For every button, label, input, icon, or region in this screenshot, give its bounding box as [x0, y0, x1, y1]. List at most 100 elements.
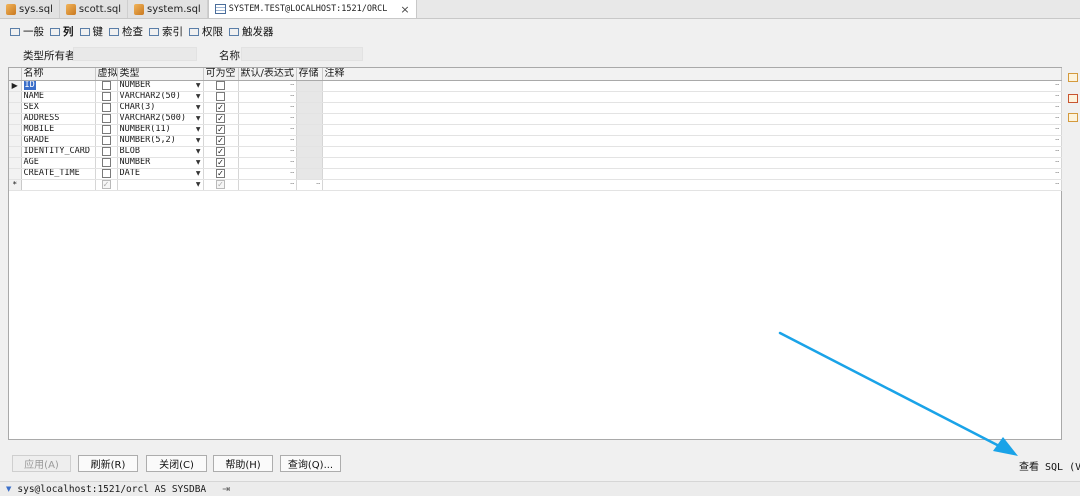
- chevron-down-icon[interactable]: ▼: [196, 103, 201, 112]
- chevron-down-icon[interactable]: ▼: [196, 114, 201, 123]
- comment-cell[interactable]: ···: [322, 80, 1062, 92]
- column-header-name[interactable]: 名称: [21, 68, 96, 81]
- edit-column-icon[interactable]: [1068, 113, 1078, 122]
- storage-cell[interactable]: [296, 146, 323, 158]
- chevron-down-icon[interactable]: ▼: [196, 136, 201, 145]
- nullable-cell[interactable]: ✓: [203, 124, 239, 136]
- column-name-cell[interactable]: IDENTITY_CARD: [21, 146, 96, 158]
- nullable-cell[interactable]: [203, 80, 239, 92]
- column-header-nullable[interactable]: 可为空: [203, 68, 239, 81]
- ellipsis-icon[interactable]: ···: [1055, 114, 1060, 123]
- virtual-cell[interactable]: [95, 135, 118, 147]
- type-cell[interactable]: DATE ▼: [117, 168, 204, 180]
- subtab-6[interactable]: 触发器: [229, 24, 280, 39]
- storage-cell[interactable]: [296, 80, 323, 92]
- table-row[interactable]: * ✓ ▼ ✓ ··· ··· ···: [9, 179, 1062, 191]
- storage-cell[interactable]: ···: [296, 179, 323, 191]
- storage-cell[interactable]: [296, 168, 323, 180]
- chevron-down-icon[interactable]: ▼: [196, 147, 201, 156]
- nullable-cell[interactable]: ✓: [203, 179, 239, 191]
- nullable-cell[interactable]: ✓: [203, 157, 239, 169]
- table-row[interactable]: CREATE_TIME DATE ▼ ✓ ··· ···: [9, 168, 1062, 180]
- default-cell[interactable]: ···: [238, 91, 297, 103]
- virtual-cell[interactable]: ✓: [95, 179, 118, 191]
- subtab-5[interactable]: 权限: [189, 24, 229, 39]
- ellipsis-icon[interactable]: ···: [290, 114, 295, 123]
- nullable-checkbox[interactable]: [216, 91, 225, 101]
- editor-tab-2[interactable]: system.sql: [128, 0, 208, 18]
- storage-cell[interactable]: [296, 135, 323, 147]
- column-name-cell[interactable]: MOBILE: [21, 124, 96, 136]
- storage-cell[interactable]: [296, 113, 323, 125]
- editor-tab-3[interactable]: SYSTEM.TEST@LOCALHOST:1521/ORCL ×: [207, 0, 417, 18]
- virtual-checkbox[interactable]: [101, 157, 111, 167]
- type-cell[interactable]: BLOB ▼: [117, 146, 204, 158]
- ellipsis-icon[interactable]: ···: [290, 169, 295, 178]
- ellipsis-icon[interactable]: ···: [290, 81, 295, 90]
- ellipsis-icon[interactable]: ···: [290, 92, 295, 101]
- delete-column-icon[interactable]: [1068, 94, 1078, 103]
- type-cell[interactable]: VARCHAR2(50) ▼: [117, 91, 204, 103]
- nullable-checkbox[interactable]: ✓: [216, 135, 225, 145]
- storage-cell[interactable]: [296, 157, 323, 169]
- ellipsis-icon[interactable]: ···: [290, 125, 295, 134]
- subtab-0[interactable]: 一般: [10, 24, 50, 39]
- column-name-cell[interactable]: CREATE_TIME: [21, 168, 96, 180]
- subtab-2[interactable]: 键: [79, 24, 110, 39]
- comment-cell[interactable]: ···: [322, 102, 1062, 114]
- nullable-cell[interactable]: ✓: [203, 146, 239, 158]
- storage-cell[interactable]: [296, 91, 323, 103]
- ellipsis-icon[interactable]: ···: [1055, 103, 1060, 112]
- table-row[interactable]: MOBILE NUMBER(11) ▼ ✓ ··· ···: [9, 124, 1062, 136]
- table-row[interactable]: IDENTITY_CARD BLOB ▼ ✓ ··· ···: [9, 146, 1062, 158]
- chevron-down-icon[interactable]: ▼: [196, 125, 201, 134]
- default-cell[interactable]: ···: [238, 168, 297, 180]
- connection-dropdown-icon[interactable]: ▼: [6, 485, 11, 493]
- column-header-storage[interactable]: 存储: [296, 68, 323, 81]
- subtab-1[interactable]: 列: [50, 24, 80, 39]
- virtual-checkbox[interactable]: [101, 80, 111, 90]
- nullable-cell[interactable]: [203, 91, 239, 103]
- ellipsis-icon[interactable]: ···: [1055, 169, 1060, 178]
- name-field[interactable]: [241, 47, 363, 61]
- ellipsis-icon[interactable]: ···: [1055, 136, 1060, 145]
- virtual-cell[interactable]: [95, 146, 118, 158]
- help-button[interactable]: 帮助(H): [213, 455, 273, 472]
- chevron-down-icon[interactable]: ▼: [196, 180, 201, 189]
- default-cell[interactable]: ···: [238, 157, 297, 169]
- ellipsis-icon[interactable]: ···: [290, 180, 295, 189]
- ellipsis-icon[interactable]: ···: [316, 180, 321, 189]
- columns-grid[interactable]: 名称 虚拟 类型 可为空 默认/表达式 存储 注释 ▶ ID NUMBER ▼ ··· ·…: [8, 67, 1062, 440]
- default-cell[interactable]: ···: [238, 179, 297, 191]
- virtual-cell[interactable]: [95, 157, 118, 169]
- editor-tab-1[interactable]: scott.sql: [59, 0, 129, 18]
- virtual-checkbox[interactable]: [101, 113, 111, 123]
- virtual-cell[interactable]: [95, 102, 118, 114]
- ellipsis-icon[interactable]: ···: [1055, 125, 1060, 134]
- nullable-checkbox[interactable]: ✓: [216, 168, 225, 178]
- ellipsis-icon[interactable]: ···: [290, 136, 295, 145]
- default-cell[interactable]: ···: [238, 80, 297, 92]
- default-cell[interactable]: ···: [238, 135, 297, 147]
- virtual-checkbox[interactable]: [101, 135, 111, 145]
- virtual-checkbox[interactable]: [101, 91, 111, 101]
- type-cell[interactable]: NUMBER ▼: [117, 80, 204, 92]
- virtual-checkbox[interactable]: ✓: [101, 179, 111, 189]
- ellipsis-icon[interactable]: ···: [1055, 147, 1060, 156]
- nullable-cell[interactable]: ✓: [203, 168, 239, 180]
- type-cell[interactable]: NUMBER ▼: [117, 157, 204, 169]
- chevron-down-icon[interactable]: ▼: [196, 81, 201, 90]
- virtual-cell[interactable]: [95, 168, 118, 180]
- ellipsis-icon[interactable]: ···: [290, 103, 295, 112]
- column-name-cell[interactable]: SEX: [21, 102, 96, 114]
- column-name-cell[interactable]: GRADE: [21, 135, 96, 147]
- ellipsis-icon[interactable]: ···: [1055, 158, 1060, 167]
- table-row[interactable]: ▶ ID NUMBER ▼ ··· ···: [9, 80, 1062, 92]
- comment-cell[interactable]: ···: [322, 91, 1062, 103]
- storage-cell[interactable]: [296, 124, 323, 136]
- chevron-down-icon[interactable]: ▼: [196, 169, 201, 178]
- subtab-4[interactable]: 索引: [149, 24, 189, 39]
- default-cell[interactable]: ···: [238, 124, 297, 136]
- pin-icon[interactable]: ⇥: [222, 484, 230, 495]
- table-row[interactable]: AGE NUMBER ▼ ✓ ··· ···: [9, 157, 1062, 169]
